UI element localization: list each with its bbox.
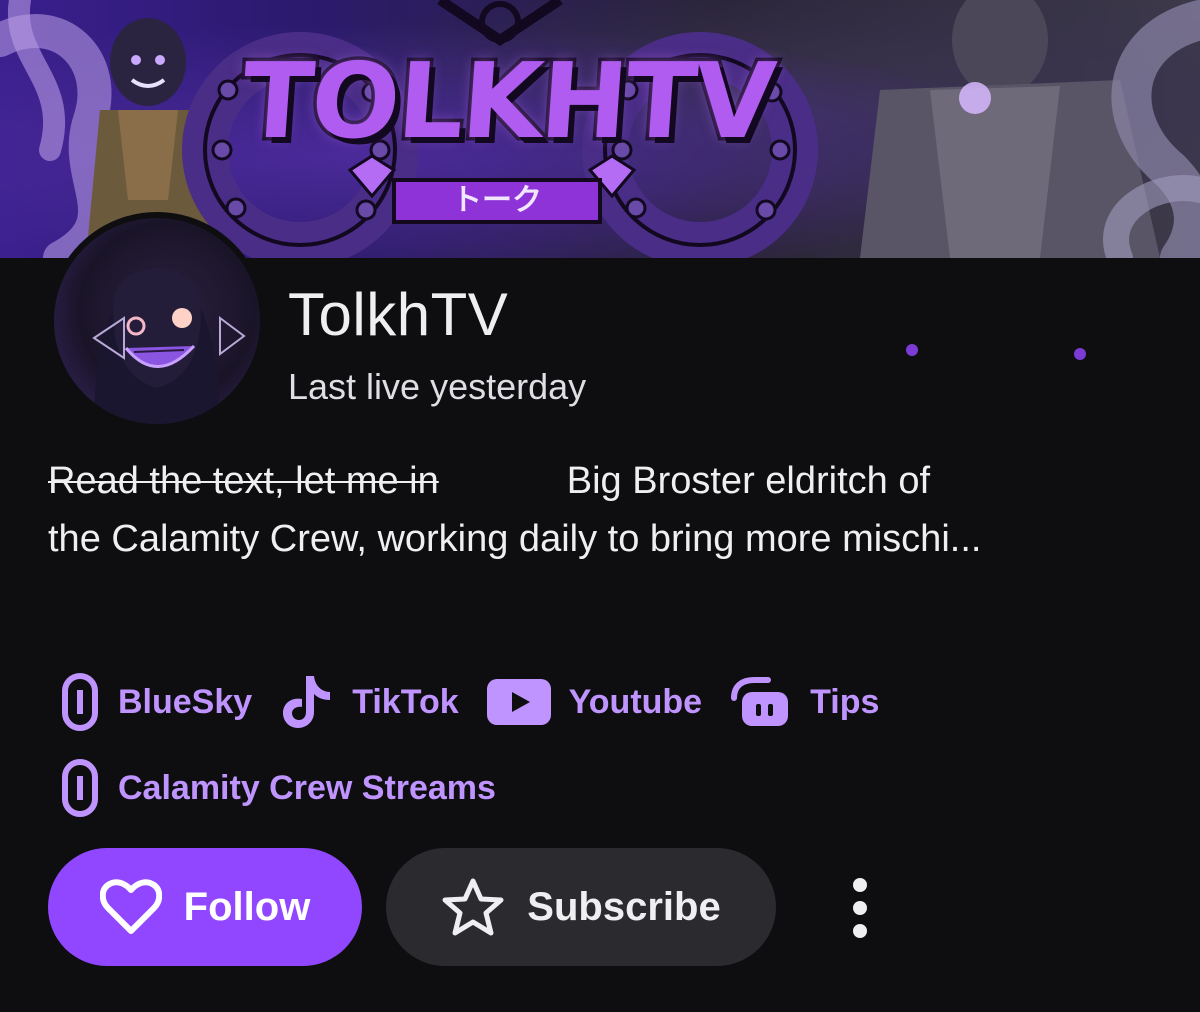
link-label: Calamity Crew Streams [118, 768, 496, 807]
link-tiktok[interactable]: TikTok [280, 672, 459, 732]
streamlabs-icon [730, 674, 792, 730]
decorative-dot [906, 344, 918, 356]
link-icon [60, 758, 100, 818]
tiktok-icon [280, 672, 334, 732]
bio-struck-text: Read the text, let me in [48, 460, 439, 502]
link-tips[interactable]: Tips [730, 674, 879, 730]
more-vertical-icon[interactable] [836, 870, 884, 946]
follow-button[interactable]: Follow [48, 848, 362, 966]
bio-text-line-1: Big Broster eldritch of [566, 460, 931, 502]
link-label: Youtube [568, 682, 703, 721]
channel-bio: Read the text, let me in Big Broster eldr… [48, 452, 1158, 568]
decorative-dot [1074, 348, 1086, 360]
social-links-row-2: Calamity Crew Streams [60, 758, 524, 818]
heart-icon [99, 879, 162, 935]
star-icon [441, 877, 505, 937]
follow-label: Follow [183, 884, 311, 929]
banner-logo-text: TOLKHTV [235, 37, 781, 166]
bio-text-line-2: the Calamity Crew, working daily to brin… [48, 518, 982, 560]
link-youtube[interactable]: Youtube [486, 679, 703, 725]
youtube-icon [486, 679, 551, 725]
link-label: Tips [810, 682, 880, 721]
subscribe-button[interactable]: Subscribe [386, 848, 776, 966]
banner-logo-subtext: トーク [392, 178, 602, 224]
link-calamity-crew-streams[interactable]: Calamity Crew Streams [60, 758, 496, 818]
link-icon [60, 672, 100, 732]
channel-avatar[interactable] [48, 212, 266, 430]
subscribe-label: Subscribe [527, 884, 721, 929]
avatar-image [92, 268, 246, 424]
social-links-row-1: BlueSky TikTok Youtube Tips [60, 672, 907, 732]
link-label: TikTok [352, 682, 459, 721]
last-live-status: Last live yesterday [288, 366, 587, 407]
channel-name: TolkhTV [288, 281, 509, 348]
link-bluesky[interactable]: BlueSky [60, 672, 252, 732]
link-label: BlueSky [118, 682, 253, 721]
